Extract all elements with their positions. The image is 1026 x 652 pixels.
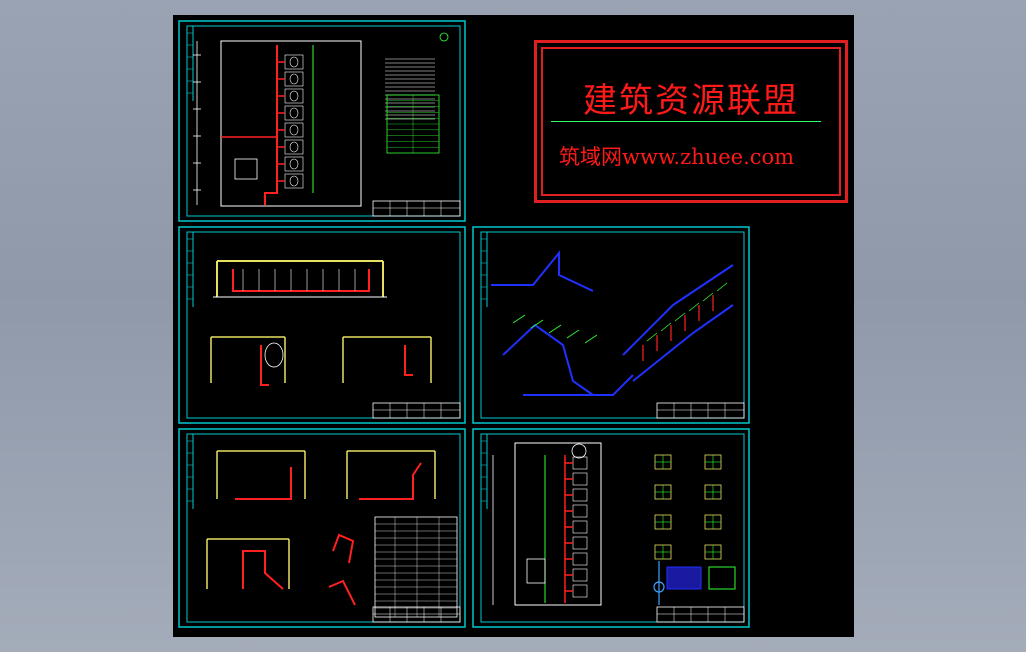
sheet-ground-floor-plan-and-details [472, 428, 750, 628]
sections-and-table [206, 450, 458, 618]
sheet-isometric-pipe-diagram [472, 226, 750, 424]
sheet-elevation-sections [178, 226, 466, 424]
banner-title: 建筑资源联盟 [583, 81, 799, 121]
banner-url: 筑域网www.zhuee.com [559, 145, 795, 169]
cad-drawing-viewport[interactable]: 建筑资源联盟 筑域网www.zhuee.com [173, 15, 854, 637]
floor-plan [193, 32, 449, 207]
elevations [210, 260, 432, 386]
banner-divider [551, 121, 821, 122]
isometric-pipes [491, 250, 734, 396]
sheet-sections-and-material-table [178, 428, 466, 628]
title-banner: 建筑资源联盟 筑域网www.zhuee.com [534, 40, 848, 203]
ground-plan-and-details [492, 442, 736, 606]
sheet-floor-plan-with-notes [178, 20, 466, 222]
